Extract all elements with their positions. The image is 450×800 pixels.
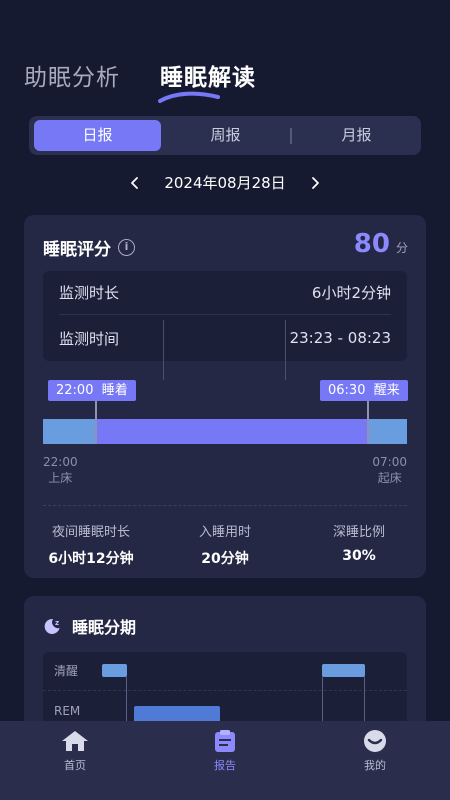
stage-transition-line [126, 677, 127, 727]
stat-row-duration: 监测时长 6小时2分钟 [59, 271, 391, 315]
nav-label: 报告 [214, 759, 236, 772]
summary-value: 30% [342, 548, 376, 564]
stat-label: 监测时间 [59, 329, 120, 348]
chevron-left-icon[interactable] [128, 176, 142, 190]
active-tab-underline [158, 91, 220, 103]
report-clipboard-icon [215, 730, 235, 752]
stat-label: 监测时长 [59, 284, 120, 302]
score-unit: 分 [395, 241, 408, 255]
stat-row-time: 监测时间 23:23 - 08:23 [59, 316, 391, 360]
moon-sleep-icon: z [44, 618, 60, 634]
score-value: 80 [353, 229, 390, 259]
awake-segment [322, 664, 365, 677]
current-date: 2024年08月28日 [164, 174, 286, 192]
period-tab-monthly[interactable]: 月报 [292, 120, 421, 151]
fall-asleep-label: 睡着 [101, 383, 128, 398]
stage-title-text: 睡眠分期 [72, 618, 137, 637]
bottom-navigation: 首页 报告 我的 [0, 721, 450, 800]
wake-up-tag: 06:30 醒来 [320, 380, 408, 401]
tab-label: 睡眠解读 [160, 65, 256, 91]
bed-time-label: 22:00 上床 [43, 454, 78, 486]
wake-up-label: 醒来 [373, 383, 400, 398]
summary-label: 深睡比例 [332, 525, 385, 540]
svg-text:z: z [55, 619, 59, 627]
summary-night-sleep: 夜间睡眠时长 6小时12分钟 [24, 521, 158, 568]
bed-label: 上床 [48, 471, 73, 485]
info-icon[interactable]: i [118, 239, 135, 256]
tab-label: 助眠分析 [24, 65, 120, 91]
summary-separator [285, 320, 286, 380]
sleep-summary: 夜间睡眠时长 6小时12分钟 入睡用时 20分钟 深睡比例 30% [24, 521, 426, 568]
date-switcher: 2024年08月28日 [0, 172, 450, 193]
awake-segment [102, 664, 127, 677]
nav-label: 我的 [364, 759, 386, 772]
score-display: 80 分 [354, 229, 408, 259]
rise-time: 07:00 [372, 455, 407, 469]
period-tab-weekly[interactable]: 周报 [161, 120, 290, 151]
summary-label: 夜间睡眠时长 [51, 525, 130, 540]
score-title-text: 睡眠评分 [43, 240, 111, 260]
asleep-bar [96, 419, 368, 444]
bed-time: 22:00 [43, 455, 78, 469]
chevron-right-icon[interactable] [308, 176, 322, 190]
home-icon [62, 731, 88, 751]
stat-value: 6小时2分钟 [311, 284, 391, 302]
top-tabs: 助眠分析 睡眠解读 [24, 58, 256, 103]
stage-transition-line [322, 677, 323, 727]
nav-home[interactable]: 首页 [0, 721, 150, 800]
summary-deep-sleep-ratio: 深睡比例 30% [292, 521, 426, 568]
summary-value: 20分钟 [201, 551, 249, 567]
stage-title: z 睡眠分期 [42, 614, 136, 638]
asleep-start-marker [95, 419, 97, 444]
period-segmented-control: 日报 周报 月报 [29, 116, 421, 155]
summary-label: 入睡用时 [198, 525, 251, 540]
tab-sleep-aid-analysis[interactable]: 助眠分析 [24, 58, 120, 92]
sleep-report-screen: 助眠分析 睡眠解读 日报 周报 月报 2024年08月28日 睡眠评分 i 80… [0, 0, 450, 800]
sleep-score-card: 睡眠评分 i 80 分 监测时长 6小时2分钟 监测时间 23:23 - 08:… [24, 215, 426, 578]
stat-value: 23:23 - 08:23 [289, 329, 391, 347]
rise-label: 起床 [377, 471, 402, 485]
nav-label: 首页 [64, 759, 86, 772]
sleep-timeline: 22:00 睡着 06:30 醒来 22:00 上床 07:00 起床 [43, 380, 408, 500]
rise-time-label: 07:00 起床 [372, 454, 407, 486]
nav-report[interactable]: 报告 [150, 721, 300, 800]
profile-icon [364, 730, 386, 752]
divider [43, 505, 407, 506]
period-tab-daily[interactable]: 日报 [34, 120, 161, 151]
fall-asleep-tag: 22:00 睡着 [48, 380, 136, 401]
stage-label-awake: 清醒 [54, 664, 79, 678]
tab-sleep-interpretation[interactable]: 睡眠解读 [158, 58, 256, 103]
stage-transition-line [364, 677, 365, 727]
summary-separator [163, 320, 164, 380]
stage-gridline [43, 690, 407, 691]
stage-label-rem: REM [54, 704, 81, 718]
score-title: 睡眠评分 i [43, 235, 135, 260]
wake-up-time: 06:30 [328, 383, 366, 398]
monitor-stats: 监测时长 6小时2分钟 监测时间 23:23 - 08:23 [43, 271, 407, 361]
asleep-end-marker [367, 419, 369, 444]
summary-value: 6小时12分钟 [48, 551, 134, 567]
summary-sleep-latency: 入睡用时 20分钟 [158, 521, 292, 568]
nav-profile[interactable]: 我的 [300, 721, 450, 800]
fall-asleep-time: 22:00 [56, 383, 94, 398]
